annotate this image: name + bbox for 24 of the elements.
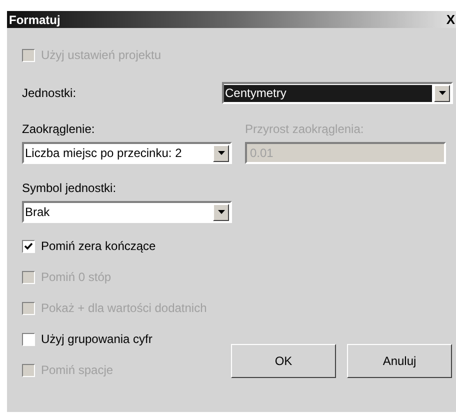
dropdown[interactable]: Liczba miejsc po przecinku: 2 <box>22 142 232 164</box>
dropdown-arrow-button[interactable] <box>434 84 450 102</box>
dropdown-value: Liczba miejsc po przecinku: 2 <box>24 144 183 162</box>
dialog-button[interactable]: Anuluj <box>347 344 452 378</box>
field-label: Zaokrąglenie: <box>22 121 96 135</box>
window-title: Formatuj <box>9 14 60 26</box>
caret-down-icon <box>438 91 446 95</box>
checkmark-icon <box>24 242 33 250</box>
caret-down-icon <box>218 210 224 214</box>
field-label: Jednostki: <box>22 85 76 102</box>
dropdown-arrow-button[interactable] <box>213 204 229 220</box>
checkbox[interactable] <box>22 332 35 346</box>
dialog-button[interactable]: OK <box>231 344 336 378</box>
caret-down-icon <box>218 151 224 155</box>
dropdown-arrow-button[interactable] <box>213 144 229 162</box>
dropdown-value: Brak <box>24 204 51 220</box>
checkbox-label: Pomiń zera kończące <box>41 238 156 255</box>
dropdown-value: Centymetry <box>224 84 432 102</box>
field-label: Symbol jednostki: <box>22 180 118 194</box>
close-button[interactable]: X <box>446 13 456 26</box>
checkbox-label: Użyj grupowania cyfr <box>41 331 152 348</box>
dropdown[interactable]: Brak <box>22 201 232 223</box>
dropdown[interactable]: Centymetry <box>222 82 453 104</box>
checkbox[interactable] <box>22 240 35 252</box>
